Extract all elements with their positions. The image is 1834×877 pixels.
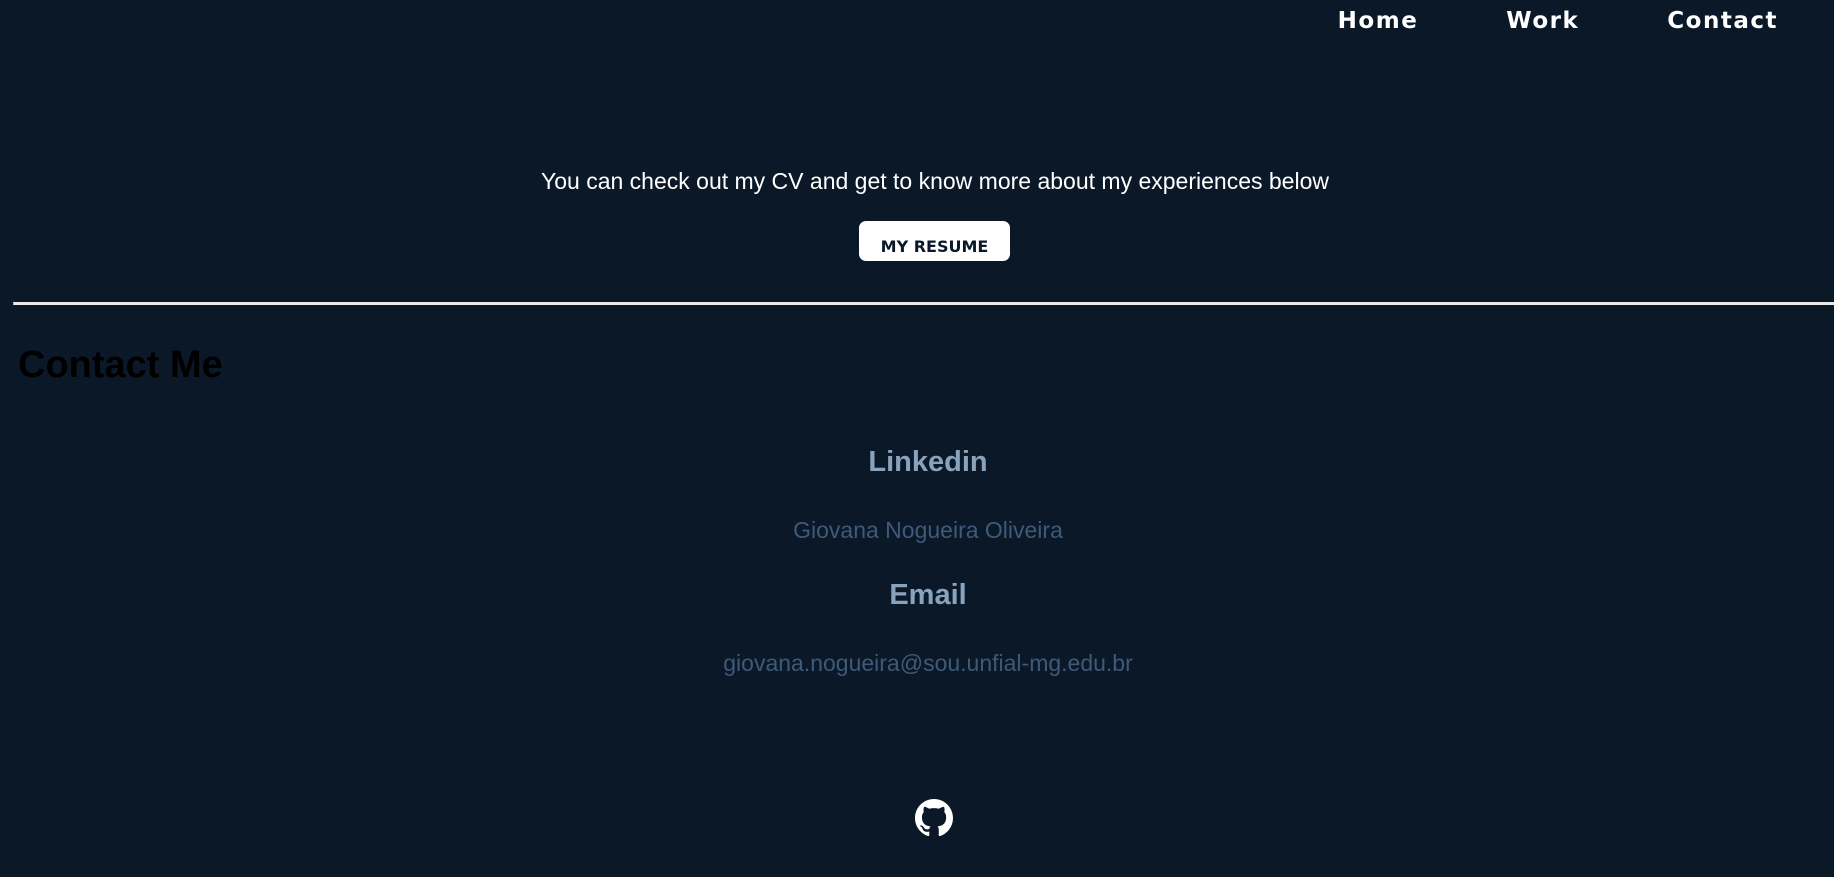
nav-contact[interactable]: Contact <box>1667 8 1778 34</box>
top-nav: Home Work Contact <box>1250 8 1778 34</box>
nav-home[interactable]: Home <box>1338 8 1419 34</box>
section-divider <box>13 302 1834 305</box>
email-heading-block: Email <box>0 579 1834 612</box>
linkedin-heading-block: Linkedin <box>0 446 1834 479</box>
my-resume-button[interactable]: MY RESUME <box>859 221 1010 261</box>
email-link[interactable]: giovana.nogueira@sou.unfial-mg.edu.br <box>723 650 1133 676</box>
linkedin-link[interactable]: Giovana Nogueira Oliveira <box>793 517 1063 543</box>
linkedin-heading: Linkedin <box>868 446 988 478</box>
email-value-block: giovana.nogueira@sou.unfial-mg.edu.br <box>0 650 1834 677</box>
nav-work[interactable]: Work <box>1506 8 1579 34</box>
resume-intro-text: You can check out my CV and get to know … <box>541 168 1329 194</box>
contact-section-title: Contact Me <box>18 344 223 386</box>
email-heading: Email <box>889 579 967 611</box>
linkedin-value-block: Giovana Nogueira Oliveira <box>0 517 1834 544</box>
github-icon[interactable] <box>915 799 953 837</box>
page: Home Work Contact You can check out my C… <box>0 0 1834 877</box>
